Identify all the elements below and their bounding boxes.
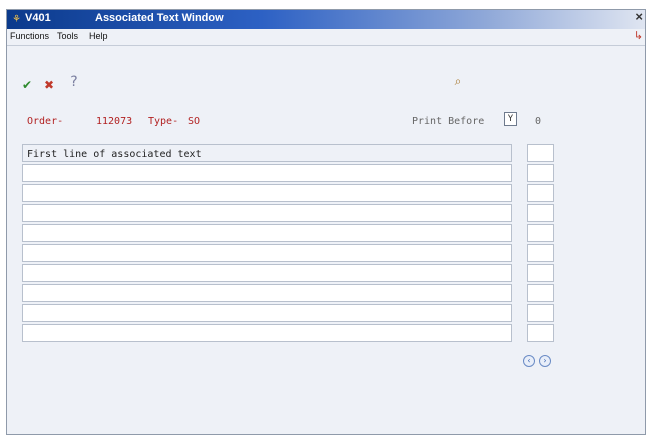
row-number-cell[interactable] xyxy=(527,224,554,242)
line-count: 0 xyxy=(535,116,542,127)
table-row[interactable] xyxy=(22,324,514,343)
help-icon[interactable]: ? xyxy=(66,74,82,90)
table-row[interactable] xyxy=(22,244,514,263)
ok-icon[interactable]: ✔ xyxy=(19,77,35,93)
prev-page-icon[interactable]: ‹ xyxy=(523,355,535,367)
menu-help[interactable]: Help xyxy=(89,31,108,41)
cancel-icon[interactable]: ✖ xyxy=(41,77,57,93)
close-icon[interactable]: × xyxy=(635,9,643,24)
table-row[interactable] xyxy=(22,224,514,243)
row-number-cell[interactable] xyxy=(527,144,554,162)
row-number-cell[interactable] xyxy=(527,164,554,182)
menu-tools[interactable]: Tools xyxy=(57,31,78,41)
row-number-cell[interactable] xyxy=(527,244,554,262)
app-icon: ⚘ xyxy=(12,14,21,25)
window-id: V401 xyxy=(25,12,51,24)
title-bar: ⚘ V401 Associated Text Window × xyxy=(7,9,645,29)
next-page-icon[interactable]: › xyxy=(539,355,551,367)
table-row[interactable] xyxy=(22,284,514,303)
order-label: Order- xyxy=(27,116,64,127)
row-number-cell[interactable] xyxy=(527,264,554,282)
row-number-cell[interactable] xyxy=(527,284,554,302)
row-text[interactable]: First line of associated text xyxy=(27,149,202,160)
type-value: SO xyxy=(188,116,201,127)
table-row[interactable] xyxy=(22,184,514,203)
toolbar: ✔ ✖ ? ⌕ xyxy=(7,46,645,96)
pin-icon[interactable]: ↳ xyxy=(634,29,643,42)
window-title: Associated Text Window xyxy=(95,12,224,24)
print-before-label: Print Before xyxy=(412,116,485,127)
table-row[interactable] xyxy=(22,204,514,223)
row-number-cell[interactable] xyxy=(527,324,554,342)
row-number-cell[interactable] xyxy=(527,304,554,322)
search-icon[interactable]: ⌕ xyxy=(450,73,466,89)
row-number-cell[interactable] xyxy=(527,204,554,222)
menu-bar: Functions Tools Help ↳ xyxy=(7,29,645,45)
table-row[interactable] xyxy=(22,264,514,283)
type-label: Type- xyxy=(148,116,179,127)
order-value: 112073 xyxy=(96,116,133,127)
table-row[interactable]: First line of associated text xyxy=(22,144,514,163)
menu-functions[interactable]: Functions xyxy=(10,31,49,41)
row-number-cell[interactable] xyxy=(527,184,554,202)
table-row[interactable] xyxy=(22,164,514,183)
print-before-field[interactable]: Y xyxy=(504,112,517,126)
table-row[interactable] xyxy=(22,304,514,323)
